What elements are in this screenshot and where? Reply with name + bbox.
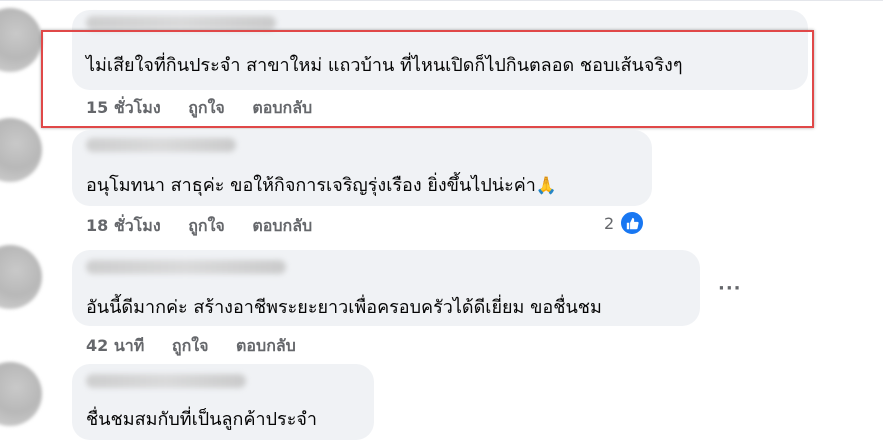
pray-emoji-icon: 🙏 [535, 176, 558, 196]
comment-text: อันนี้ดีมากค่ะ สร้างอาชีพระยะยาวเพื่อครอ… [86, 297, 602, 318]
commenter-avatar[interactable] [0, 118, 42, 182]
like-button[interactable]: ถูกใจ [172, 336, 209, 355]
comment-actions: 18 ชั่วโมง ถูกใจ ตอบกลับ [86, 214, 312, 239]
comment-bubble: อันนี้ดีมากค่ะ สร้างอาชีพระยะยาวเพื่อครอ… [72, 250, 700, 326]
comment-timestamp[interactable]: 18 ชั่วโมง [86, 216, 161, 235]
comment-text: อนุโมทนา สาธุค่ะ ขอให้กิจการเจริญรุ่งเรื… [86, 170, 557, 199]
commenter-name-blurred[interactable] [86, 138, 236, 152]
like-reaction-icon[interactable] [619, 210, 645, 236]
reply-button[interactable]: ตอบกลับ [252, 216, 312, 235]
commenter-avatar[interactable] [0, 362, 42, 426]
more-options-icon[interactable]: ··· [718, 278, 742, 299]
top-divider [0, 0, 883, 1]
commenter-name-blurred[interactable] [86, 260, 286, 274]
like-button[interactable]: ถูกใจ [188, 216, 225, 235]
commenter-name-blurred[interactable] [86, 16, 276, 30]
thumbs-up-icon [626, 217, 639, 229]
commenter-name-blurred[interactable] [86, 374, 246, 388]
comment-bubble: อนุโมทนา สาธุค่ะ ขอให้กิจการเจริญรุ่งเรื… [72, 130, 652, 206]
comment-text: ชื่นชมสมกับที่เป็นลูกค้าประจำ [86, 409, 318, 430]
commenter-avatar[interactable] [0, 8, 42, 72]
comment-timestamp[interactable]: 42 นาที [86, 336, 144, 355]
reaction-count[interactable]: 2 [604, 214, 614, 233]
comment-bubble: ชื่นชมสมกับที่เป็นลูกค้าประจำ [72, 364, 374, 440]
reply-button[interactable]: ตอบกลับ [236, 336, 296, 355]
highlight-box [41, 30, 814, 128]
comment-actions: 42 นาที ถูกใจ ตอบกลับ [86, 334, 296, 359]
commenter-avatar[interactable] [0, 245, 42, 309]
comment-text-body: อนุโมทนา สาธุค่ะ ขอให้กิจการเจริญรุ่งเรื… [86, 175, 536, 196]
